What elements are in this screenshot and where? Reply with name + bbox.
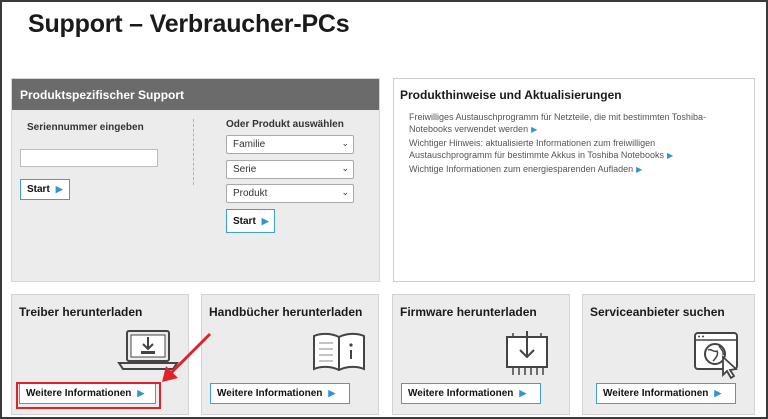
play-triangle-icon: ▶ — [531, 125, 538, 134]
play-triangle-icon: ▶ — [55, 184, 63, 194]
product-support-panel: Produktspezifischer Support Seriennummer… — [11, 78, 380, 282]
serial-start-label: Start — [27, 184, 50, 195]
product-start-button[interactable]: Start ▶ — [226, 209, 275, 233]
notices-panel: Produkthinweise und Aktualisierungen Fre… — [393, 78, 755, 282]
play-triangle-icon: ▶ — [714, 388, 722, 398]
highlight-box — [16, 382, 161, 409]
play-triangle-icon: ▶ — [636, 165, 643, 174]
series-select[interactable]: Serie ⌄ — [226, 160, 354, 179]
manuals-more-info-button[interactable]: Weitere Informationen ▶ — [210, 383, 350, 404]
more-info-label: Weitere Informationen — [217, 388, 323, 399]
play-triangle-icon: ▶ — [261, 215, 269, 226]
card-title: Handbücher herunterladen — [209, 305, 363, 319]
notice-link[interactable]: Wichtige Informationen zum energiesparen… — [409, 163, 739, 176]
notices-title: Produkthinweise und Aktualisierungen — [400, 88, 622, 102]
family-select[interactable]: Familie ⌄ — [226, 135, 354, 154]
family-select-value: Familie — [233, 139, 266, 150]
globe-cursor-icon — [694, 332, 738, 379]
more-info-label: Weitere Informationen — [408, 388, 514, 399]
card-title: Treiber herunterladen — [19, 305, 143, 319]
notice-link[interactable]: Freiwilliges Austauschprogramm für Netzt… — [409, 111, 739, 136]
product-select-value: Produkt — [233, 188, 268, 199]
product-select[interactable]: Produkt ⌄ — [226, 184, 354, 203]
notice-link[interactable]: Wichtiger Hinweis: aktualisierte Informa… — [409, 137, 739, 162]
page-title: Support – Verbraucher-PCs — [28, 10, 350, 38]
red-arrow-icon — [162, 332, 212, 382]
play-triangle-icon: ▶ — [328, 388, 336, 398]
card-title: Serviceanbieter suchen — [590, 305, 725, 319]
serial-number-input[interactable] — [20, 149, 158, 167]
card-title: Firmware herunterladen — [400, 305, 537, 319]
notices-list: Freiwilliges Austauschprogramm für Netzt… — [409, 111, 739, 177]
serial-number-label: Seriennummer eingeben — [27, 122, 144, 133]
chip-download-icon — [506, 331, 548, 375]
chevron-down-icon: ⌄ — [341, 138, 349, 148]
divider — [193, 119, 194, 185]
manual-book-icon — [313, 332, 365, 372]
product-support-header: Produktspezifischer Support — [12, 79, 379, 110]
card-firmware: Firmware herunterladen Weitere Informati… — [392, 294, 570, 415]
service-more-info-button[interactable]: Weitere Informationen ▶ — [596, 383, 736, 404]
select-product-label: Oder Produkt auswählen — [226, 119, 344, 130]
serial-start-button[interactable]: Start ▶ — [20, 179, 70, 200]
card-service-providers: Serviceanbieter suchen Weitere Informati… — [582, 294, 755, 415]
play-triangle-icon: ▶ — [519, 388, 527, 398]
chevron-down-icon: ⌄ — [341, 163, 349, 173]
product-start-label: Start — [233, 215, 256, 227]
more-info-label: Weitere Informationen — [603, 388, 709, 399]
play-triangle-icon: ▶ — [666, 151, 674, 160]
series-select-value: Serie — [233, 164, 257, 175]
card-manuals: Handbücher herunterladen Weitere Informa… — [201, 294, 379, 415]
firmware-more-info-button[interactable]: Weitere Informationen ▶ — [401, 383, 541, 404]
chevron-down-icon: ⌄ — [341, 187, 349, 197]
